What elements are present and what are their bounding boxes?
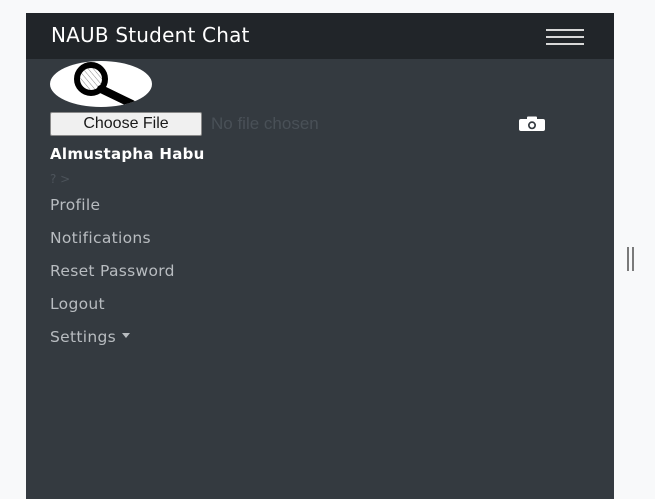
- hamburger-menu-icon: [546, 29, 584, 31]
- choose-file-button[interactable]: Choose File: [50, 112, 202, 136]
- sidebar-panel: NAUB Student Chat Choose File No file ch…: [26, 13, 614, 499]
- navbar-toggler-button[interactable]: [546, 29, 584, 45]
- page-margin: [0, 0, 26, 499]
- menu-item-notifications[interactable]: Notifications: [50, 229, 151, 247]
- menu-item-settings[interactable]: Settings: [50, 328, 130, 346]
- menu-item-profile[interactable]: Profile: [50, 196, 100, 214]
- avatar[interactable]: [50, 61, 152, 107]
- profile-photo-upload: Choose File No file chosen: [50, 112, 570, 136]
- user-name: Almustapha Habu: [50, 145, 205, 163]
- navbar: NAUB Student Chat: [26, 13, 614, 59]
- menu-item-settings-label: Settings: [50, 328, 116, 346]
- menu-item-reset-password[interactable]: Reset Password: [50, 262, 175, 280]
- caret-down-icon: [121, 333, 130, 338]
- stray-text: ? >: [50, 172, 71, 186]
- navbar-brand[interactable]: NAUB Student Chat: [51, 23, 250, 47]
- magnifying-glass-icon: [74, 62, 136, 107]
- camera-icon[interactable]: [518, 116, 546, 132]
- menu-item-logout[interactable]: Logout: [50, 295, 105, 313]
- file-status-text: No file chosen: [211, 114, 319, 133]
- resize-grip-icon[interactable]: [627, 247, 637, 271]
